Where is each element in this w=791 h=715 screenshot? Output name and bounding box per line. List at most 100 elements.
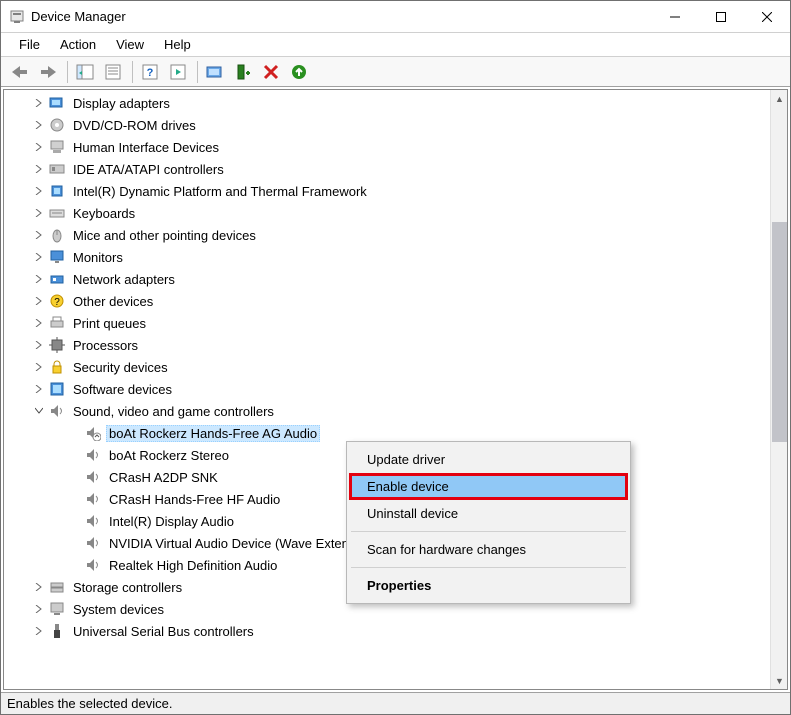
scrollbar-thumb[interactable]	[772, 222, 787, 442]
uninstall-button[interactable]	[258, 59, 284, 85]
tree-node-processors[interactable]: Processors	[4, 334, 770, 356]
ctx-properties[interactable]: Properties	[349, 572, 628, 599]
tree-node-label: DVD/CD-ROM drives	[70, 117, 199, 134]
tree-node-dvd[interactable]: DVD/CD-ROM drives	[4, 114, 770, 136]
app-icon	[9, 9, 25, 25]
speaker-icon	[84, 490, 102, 508]
chevron-down-icon[interactable]	[32, 404, 46, 418]
tree-node-label: Software devices	[70, 381, 175, 398]
scan-hardware-button[interactable]	[202, 59, 228, 85]
ctx-scan-hardware[interactable]: Scan for hardware changes	[349, 536, 628, 563]
tree-node-network[interactable]: Network adapters	[4, 268, 770, 290]
chevron-right-icon[interactable]	[32, 338, 46, 352]
menu-action[interactable]: Action	[50, 35, 106, 54]
status-text: Enables the selected device.	[7, 696, 173, 711]
chevron-right-icon[interactable]	[32, 316, 46, 330]
caption-buttons	[652, 1, 790, 33]
context-menu: Update driver Enable device Uninstall de…	[346, 441, 631, 604]
nav-back-button[interactable]	[7, 59, 33, 85]
vertical-scrollbar[interactable]: ▲ ▼	[770, 90, 787, 689]
tree-node-print-queues[interactable]: Print queues	[4, 312, 770, 334]
add-legacy-hardware-button[interactable]	[230, 59, 256, 85]
disc-drive-icon	[48, 116, 66, 134]
ide-controller-icon	[48, 160, 66, 178]
display-adapter-icon	[48, 94, 66, 112]
tree-node-label: Other devices	[70, 293, 156, 310]
minimize-button[interactable]	[652, 1, 698, 33]
toolbar-separator	[132, 61, 133, 83]
tree-node-label: System devices	[70, 601, 167, 618]
security-device-icon	[48, 358, 66, 376]
svg-text:?: ?	[147, 67, 154, 79]
printer-icon	[48, 314, 66, 332]
tree-node-other[interactable]: ? Other devices	[4, 290, 770, 312]
statusbar: Enables the selected device.	[1, 692, 790, 714]
tree-node-label: boAt Rockerz Stereo	[106, 447, 232, 464]
tree-node-label: Human Interface Devices	[70, 139, 222, 156]
show-hide-tree-button[interactable]	[72, 59, 98, 85]
nav-forward-button[interactable]	[35, 59, 61, 85]
ctx-enable-device[interactable]: Enable device	[349, 473, 628, 500]
speaker-icon	[84, 446, 102, 464]
scroll-down-arrow-icon[interactable]: ▼	[771, 672, 788, 689]
chevron-right-icon[interactable]	[32, 294, 46, 308]
tree-node-security[interactable]: Security devices	[4, 356, 770, 378]
maximize-button[interactable]	[698, 1, 744, 33]
context-menu-separator	[351, 567, 626, 568]
chevron-right-icon[interactable]	[32, 118, 46, 132]
chevron-right-icon[interactable]	[32, 272, 46, 286]
update-driver-button[interactable]	[286, 59, 312, 85]
chip-icon	[48, 182, 66, 200]
chevron-right-icon[interactable]	[32, 184, 46, 198]
close-button[interactable]	[744, 1, 790, 33]
chevron-right-icon[interactable]	[32, 602, 46, 616]
tree-node-usb[interactable]: Universal Serial Bus controllers	[4, 620, 770, 642]
keyboard-icon	[48, 204, 66, 222]
tree-node-label: CRasH A2DP SNK	[106, 469, 221, 486]
tree-node-label: Keyboards	[70, 205, 138, 222]
toolbar: ?	[1, 57, 790, 87]
tree-node-label: Monitors	[70, 249, 126, 266]
tree-node-mice[interactable]: Mice and other pointing devices	[4, 224, 770, 246]
tree-node-keyboards[interactable]: Keyboards	[4, 202, 770, 224]
tree-node-label: Storage controllers	[70, 579, 185, 596]
svg-text:?: ?	[54, 297, 60, 308]
ctx-update-driver[interactable]: Update driver	[349, 446, 628, 473]
help-button[interactable]: ?	[137, 59, 163, 85]
tree-node-hid[interactable]: Human Interface Devices	[4, 136, 770, 158]
chevron-right-icon[interactable]	[32, 162, 46, 176]
chevron-right-icon[interactable]	[32, 360, 46, 374]
action-button[interactable]	[165, 59, 191, 85]
properties-button[interactable]	[100, 59, 126, 85]
menubar: File Action View Help	[1, 33, 790, 57]
tree-node-label: Sound, video and game controllers	[70, 403, 277, 420]
chevron-right-icon[interactable]	[32, 96, 46, 110]
ctx-uninstall-device[interactable]: Uninstall device	[349, 500, 628, 527]
tree-node-label: boAt Rockerz Hands-Free AG Audio	[106, 425, 320, 442]
scroll-up-arrow-icon[interactable]: ▲	[771, 90, 788, 107]
tree-node-ide[interactable]: IDE ATA/ATAPI controllers	[4, 158, 770, 180]
tree-node-display-adapters[interactable]: Display adapters	[4, 92, 770, 114]
tree-node-sound[interactable]: Sound, video and game controllers	[4, 400, 770, 422]
chevron-right-icon[interactable]	[32, 206, 46, 220]
chevron-right-icon[interactable]	[32, 250, 46, 264]
software-device-icon	[48, 380, 66, 398]
window-title: Device Manager	[31, 9, 126, 24]
speaker-icon	[84, 468, 102, 486]
chevron-right-icon[interactable]	[32, 382, 46, 396]
menu-help[interactable]: Help	[154, 35, 201, 54]
tree-node-label: Universal Serial Bus controllers	[70, 623, 257, 640]
chevron-right-icon[interactable]	[32, 140, 46, 154]
unknown-device-icon: ?	[48, 292, 66, 310]
tree-node-intel-dptf[interactable]: Intel(R) Dynamic Platform and Thermal Fr…	[4, 180, 770, 202]
tree-node-monitors[interactable]: Monitors	[4, 246, 770, 268]
context-menu-separator	[351, 531, 626, 532]
tree-node-software[interactable]: Software devices	[4, 378, 770, 400]
chevron-right-icon[interactable]	[32, 624, 46, 638]
speaker-icon	[84, 534, 102, 552]
chevron-right-icon[interactable]	[32, 580, 46, 594]
chevron-right-icon[interactable]	[32, 228, 46, 242]
menu-view[interactable]: View	[106, 35, 154, 54]
tree-node-label: Intel(R) Display Audio	[106, 513, 237, 530]
menu-file[interactable]: File	[9, 35, 50, 54]
